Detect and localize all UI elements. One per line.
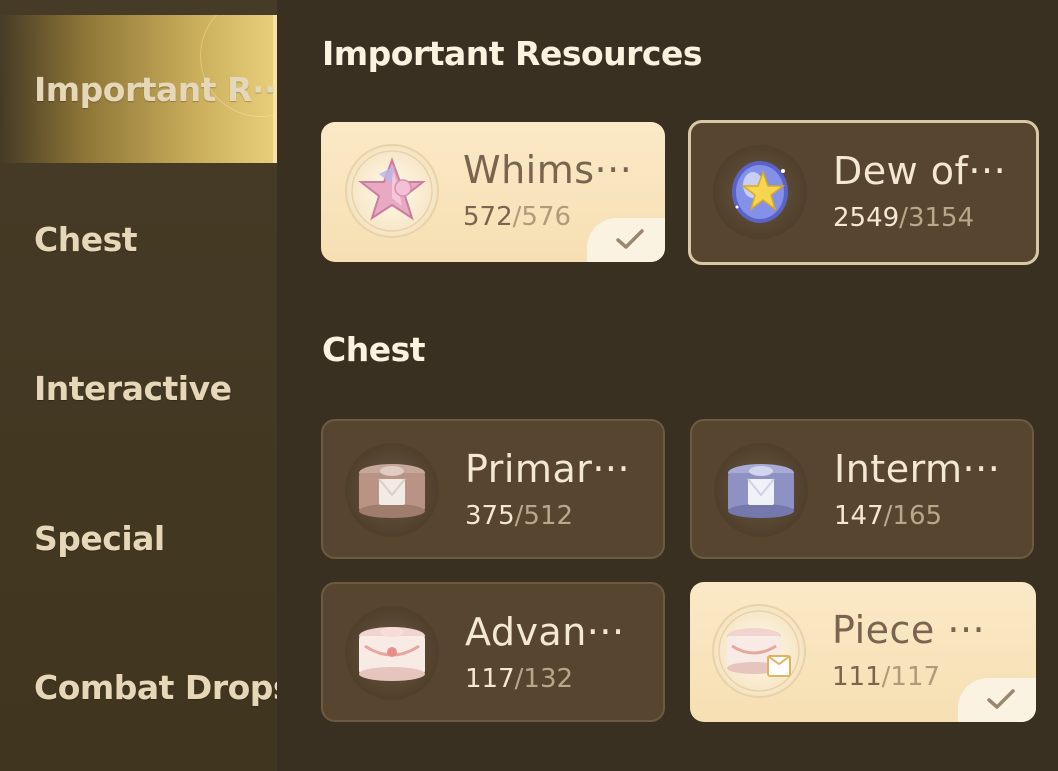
- piece-chest-icon: [712, 604, 806, 698]
- sidebar-item-interactive[interactable]: Interactive: [0, 314, 277, 462]
- resource-card-dew[interactable]: Dew of··· 2549/3154: [688, 120, 1039, 265]
- completed-badge: [587, 218, 665, 262]
- card-name: Whims···: [463, 148, 633, 192]
- count-current: 375: [465, 501, 515, 531]
- intermediate-chest-icon: [714, 443, 808, 537]
- category-sidebar: Important R··· Chest Interactive Special…: [0, 0, 277, 771]
- resource-card-whims[interactable]: Whims··· 572/576: [321, 122, 665, 262]
- sidebar-item-special[interactable]: Special: [0, 464, 277, 612]
- count-current: 111: [832, 662, 882, 692]
- card-name: Piece ···: [832, 608, 986, 652]
- count-max: 117: [890, 662, 941, 692]
- count-current: 2549: [833, 203, 900, 233]
- sidebar-item-label: Special: [34, 518, 165, 558]
- card-count: 147/165: [834, 501, 942, 531]
- primary-chest-icon: [345, 443, 439, 537]
- count-max: 165: [892, 501, 943, 531]
- sidebar-item-important-resources[interactable]: Important R···: [0, 15, 277, 163]
- chest-card-advanced[interactable]: Advan··· 117/132: [321, 582, 665, 722]
- card-count: 572/576: [463, 202, 571, 232]
- card-count: 2549/3154: [833, 203, 974, 233]
- card-name: Interm···: [834, 447, 1001, 491]
- card-name: Advan···: [465, 610, 625, 654]
- card-count: 375/512: [465, 501, 573, 531]
- checkmark-icon: [616, 229, 644, 249]
- chest-card-intermediate[interactable]: Interm··· 147/165: [690, 419, 1034, 559]
- checkmark-icon: [987, 689, 1015, 709]
- star-gem-icon: [345, 144, 439, 238]
- dew-orb-icon: [713, 145, 807, 239]
- count-max: 3154: [907, 203, 975, 233]
- sidebar-item-label: Interactive: [34, 368, 232, 408]
- count-separator: /: [899, 203, 908, 233]
- chest-card-primary[interactable]: Primar··· 375/512: [321, 419, 665, 559]
- card-count: 111/117: [832, 662, 940, 692]
- sidebar-item-label: Chest: [34, 219, 138, 259]
- sidebar-item-combat-drops[interactable]: Combat Drops: [0, 613, 277, 761]
- count-current: 572: [463, 202, 513, 232]
- count-max: 576: [521, 202, 572, 232]
- sidebar-item-chest[interactable]: Chest: [0, 165, 277, 313]
- card-name: Dew of···: [833, 149, 1007, 193]
- sidebar-item-label: Important R···: [34, 69, 277, 109]
- count-max: 132: [523, 664, 574, 694]
- count-current: 117: [465, 664, 515, 694]
- count-current: 147: [834, 501, 884, 531]
- advanced-chest-icon: [345, 606, 439, 700]
- completed-badge: [958, 678, 1036, 722]
- card-count: 117/132: [465, 664, 573, 694]
- section-title-important-resources: Important Resources: [322, 34, 703, 73]
- section-title-chest: Chest: [322, 330, 426, 369]
- count-max: 512: [523, 501, 574, 531]
- card-name: Primar···: [465, 447, 631, 491]
- chest-card-piece[interactable]: Piece ··· 111/117: [690, 582, 1036, 722]
- sidebar-item-label: Combat Drops: [34, 667, 277, 707]
